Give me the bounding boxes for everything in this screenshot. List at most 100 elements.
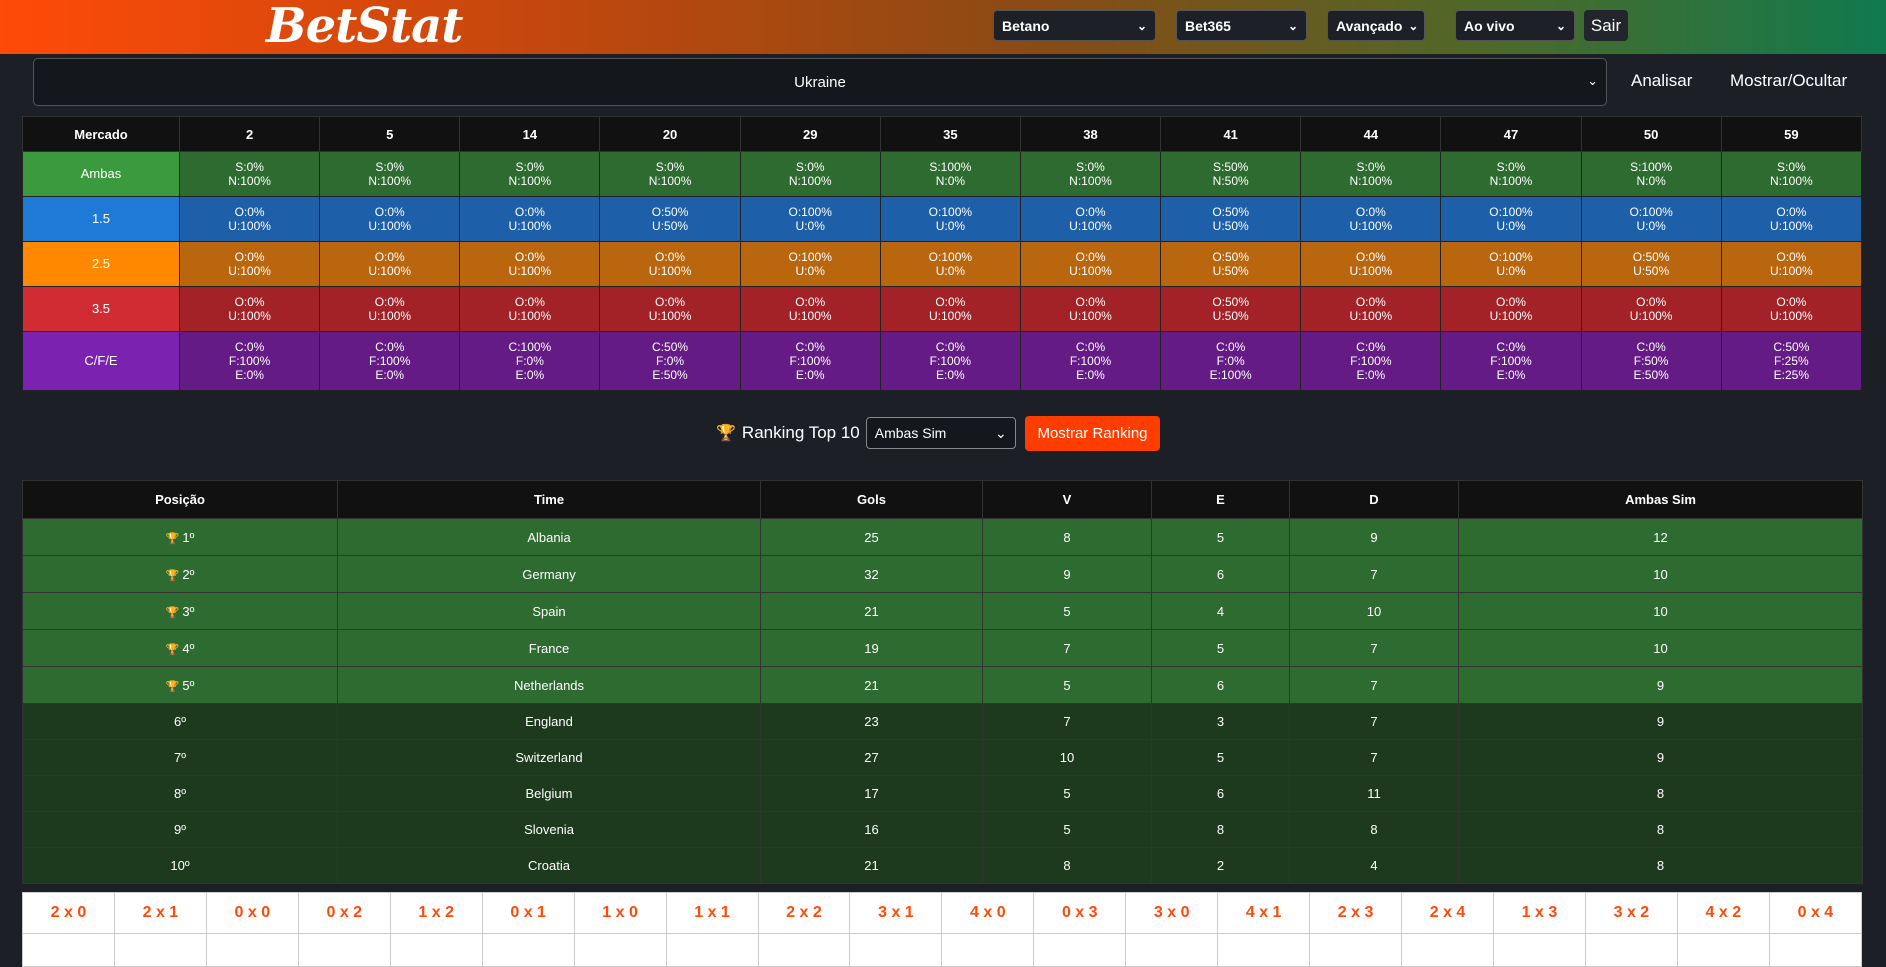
score-column-header: 2 x 1 [113,892,207,934]
market-cell: O:0% U:100% [178,286,321,332]
score-column-header: 0 x 1 [481,892,575,934]
score-column-header: 1 x 1 [665,892,759,934]
ranking-title: Ranking Top 10 [741,423,860,442]
market-cell-value: U:50% [1212,264,1249,278]
market-cell-value: E:50% [652,368,688,382]
score-cell [1033,933,1127,967]
market-cell: S:0% N:100% [459,151,601,197]
draws-cell: 6 [1151,555,1290,593]
market-cell-value: U:0% [795,219,825,233]
position-cell: 9º [22,811,338,848]
source-select[interactable]: Bet365 ⌄ [1176,10,1307,41]
market-cell: O:0% U:100% [1300,241,1442,287]
score-cell [665,933,759,967]
ranking-controls: 🏆 Ranking Top 10 Ambas Sim ⌄ [716,416,1016,450]
market-cell-value: F:100% [1350,354,1392,368]
market-cell: O:0% U:100% [1300,286,1442,332]
country-select[interactable]: Ukraine ⌄ [33,58,1607,106]
score-column-header: 3 x 1 [849,892,943,934]
team-cell-value: England [525,714,573,729]
market-cell-value: N:100% [648,174,692,188]
draws-cell-value: 2 [1216,858,1225,873]
market-row: 2.5 O:0% U:100% O:0% U:100% O:0% U:100% O:0% U:1… [22,241,1863,287]
market-cell-value: E:25% [1773,368,1810,382]
status-select-value: Ao vivo [1464,17,1515,34]
market-cell: O:100% U:0% [1580,196,1722,242]
ranking-criteria-value: Ambas Sim [874,425,947,441]
chevron-down-icon: ⌄ [1408,18,1419,33]
market-cell-value: O:0% [1355,250,1386,264]
analyze-button[interactable]: Analisar [1631,71,1692,91]
market-cell: S:0% N:100% [178,151,321,197]
both-score-cell-value: 8 [1656,786,1665,801]
draws-cell-value: 6 [1216,677,1225,693]
mode-select[interactable]: Avançado ⌄ [1327,10,1425,41]
goals-cell-value: 19 [864,640,879,656]
score-cell [389,933,483,967]
market-cell: S:0% N:100% [1440,151,1582,197]
market-cell-value: C:50% [1773,340,1810,354]
market-table: Mercado 2 5 14 20 29 35 38 41 44 47 50 59 Ambas S:0% N… [22,116,1863,391]
market-cell-value: U:100% [788,309,832,323]
market-cell-value: E:50% [1633,368,1669,382]
status-select[interactable]: Ao vivo ⌄ [1455,10,1575,41]
market-cell-value: F:50% [1633,354,1669,368]
market-cell-value: C:0% [935,340,966,354]
score-column-header: 3 x 2 [1584,892,1678,934]
market-cell-value: O:0% [935,295,966,309]
losses-cell: 10 [1289,592,1459,630]
market-cell-value: U:0% [1496,264,1526,278]
market-cell-value: U:100% [228,309,271,323]
table-row: 🏆 3º Spain 21 5 4 10 10 [22,592,1863,630]
position-cell-value: 7º [174,750,186,765]
ranking-criteria-select[interactable]: Ambas Sim ⌄ [865,417,1016,449]
market-cell: S:0% N:100% [1019,151,1162,197]
market-cell-value: N:0% [935,174,966,188]
minute-column-header: 50 [1580,116,1722,152]
wins-cell-value: 5 [1063,677,1071,693]
losses-cell-value: 7 [1370,640,1378,656]
market-cell-value: O:0% [1075,295,1106,309]
market-cell-value: U:0% [935,219,966,233]
score-cell [757,933,851,967]
losses-cell-value: 10 [1366,603,1382,619]
draws-cell-value: 5 [1216,750,1225,765]
market-cell-value: F:100% [929,354,972,368]
both-score-cell-value: 10 [1653,603,1668,619]
team-cell-value: Switzerland [515,750,583,765]
score-column-header: 3 x 0 [1125,892,1219,934]
minute-column-header: 38 [1019,116,1162,152]
position-cell-value: 9º [174,822,186,837]
logout-button[interactable]: Sair [1584,10,1628,41]
market-cell: C:0% F:0% E:100% [1160,331,1302,391]
market-cell-value: S:0% [1076,160,1105,174]
both-score-cell: 10 [1458,555,1863,593]
market-cell-value: O:100% [788,205,832,219]
wins-cell-value: 8 [1063,529,1071,545]
bookmaker-select[interactable]: Betano ⌄ [993,10,1156,41]
market-cell-value: S:50% [1212,160,1249,174]
market-cell-value: O:0% [374,205,405,219]
market-cell-value: O:50% [651,205,689,219]
market-cell-value: U:50% [652,219,689,233]
losses-cell: 9 [1289,518,1459,556]
mode-select-value: Avançado [1336,17,1403,34]
team-cell: Germany [337,555,761,593]
market-cell-value: E:0% [1496,368,1526,382]
both-score-cell-value: 9 [1656,714,1665,729]
goals-cell: 32 [760,555,983,593]
show-ranking-button[interactable]: Mostrar Ranking [1025,416,1160,451]
market-label: C/F/E [22,331,180,391]
both-score-cell-value: 10 [1653,640,1668,656]
losses-cell-value: 8 [1370,822,1378,837]
market-cell-value: E:100% [1209,368,1252,382]
market-cell-value: N:100% [508,174,552,188]
team-cell-value: Netherlands [513,677,585,693]
chevron-down-icon: ⌄ [995,424,1007,441]
market-row: 1.5 O:0% U:100% O:0% U:100% O:0% U:100% O:50% U:… [22,196,1863,242]
toggle-button[interactable]: Mostrar/Ocultar [1730,71,1847,91]
score-column-header: 4 x 1 [1217,892,1311,934]
team-cell: Belgium [337,775,761,812]
market-cell-value: C:0% [1216,340,1246,354]
market-cell-value: E:0% [795,368,825,382]
